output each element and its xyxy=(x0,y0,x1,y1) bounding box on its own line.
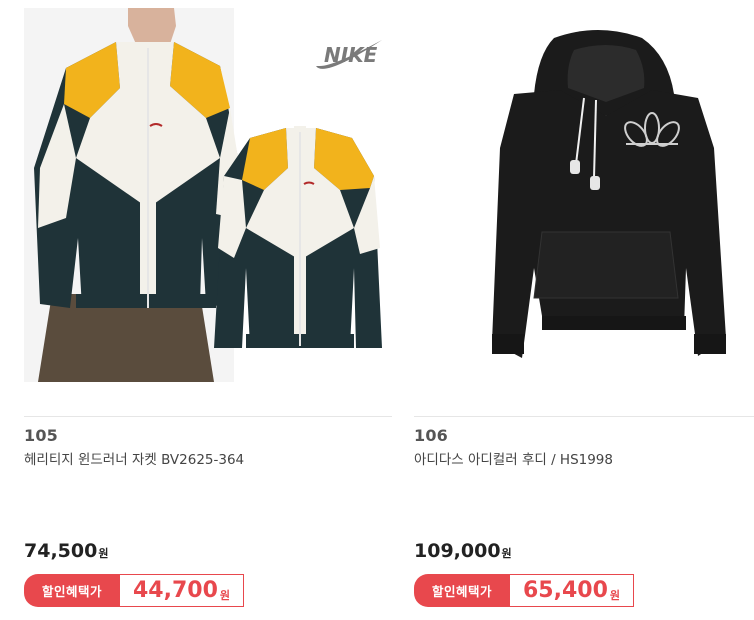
sale-price-amount: 65,400 xyxy=(522,578,608,603)
divider xyxy=(414,416,754,417)
product-name[interactable]: 헤리티지 윈드러너 자켓 BV2625-364 xyxy=(24,448,244,468)
product-image[interactable]: NIKE xyxy=(24,8,392,382)
product-card[interactable]: NIKE 105 헤리티지 윈드러너 자켓 BV2625-364 74,500원… xyxy=(24,0,392,620)
price-amount: 109,000 xyxy=(414,540,501,562)
price-unit: 원 xyxy=(98,547,109,560)
price-amount: 74,500 xyxy=(24,540,98,562)
discount-price-box: 할인혜택가 65,400 원 xyxy=(414,574,634,607)
sale-price: 44,700 원 xyxy=(120,574,244,607)
discount-tag: 할인혜택가 xyxy=(24,574,120,607)
sale-price-unit: 원 xyxy=(609,588,621,602)
brand-logo: NIKE xyxy=(316,40,382,69)
sale-price-amount: 44,700 xyxy=(132,578,218,603)
sale-price-unit: 원 xyxy=(219,588,231,602)
price-unit: 원 xyxy=(501,547,512,560)
sale-price: 65,400 원 xyxy=(510,574,634,607)
product-image[interactable] xyxy=(414,8,754,382)
regular-price: 109,000원 xyxy=(414,540,512,562)
product-name[interactable]: 아디다스 아디컬러 후디 / HS1998 xyxy=(414,448,613,468)
windrunner-jacket-image: NIKE xyxy=(24,8,392,382)
product-grid: NIKE 105 헤리티지 윈드러너 자켓 BV2625-364 74,500원… xyxy=(0,0,754,620)
product-number: 106 xyxy=(414,426,448,445)
discount-price-box: 할인혜택가 44,700 원 xyxy=(24,574,244,607)
product-card[interactable]: 106 아디다스 아디컬러 후디 / HS1998 109,000원 할인혜택가… xyxy=(414,0,754,620)
divider xyxy=(24,416,392,417)
regular-price: 74,500원 xyxy=(24,540,108,562)
discount-tag: 할인혜택가 xyxy=(414,574,510,607)
product-number: 105 xyxy=(24,426,58,445)
black-hoodie-image xyxy=(414,8,754,382)
